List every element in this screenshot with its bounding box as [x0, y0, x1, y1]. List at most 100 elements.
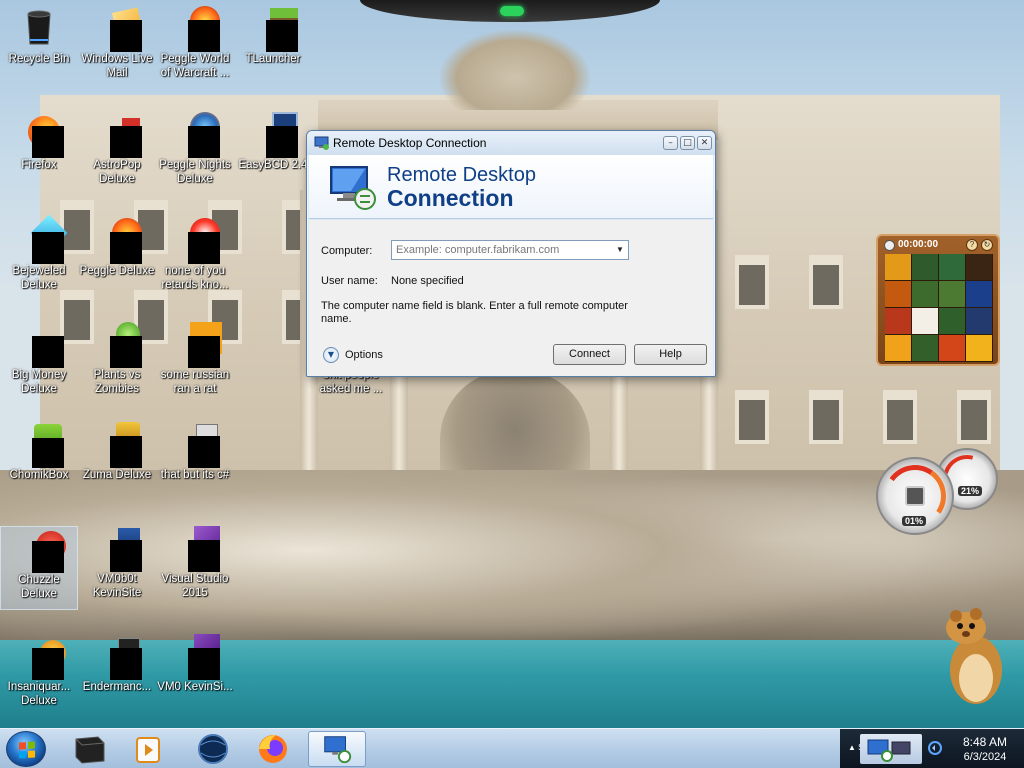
desktop-icon-label: Peggle World of Warcraft ... [160, 53, 230, 79]
endermanch-icon [96, 634, 142, 680]
chomikbox-icon [18, 422, 64, 468]
puzzle-tile[interactable] [912, 254, 938, 280]
desktop-icon-recycle-bin[interactable]: Recycle Bin [0, 6, 78, 94]
desktop-icon-some-russian[interactable]: some russian ran a rat [156, 322, 234, 410]
desktop-icon-peggle-wow[interactable]: Peggle World of Warcraft ... [156, 6, 234, 94]
puzzle-tile[interactable] [912, 335, 938, 361]
clock-time[interactable]: 8:48 AM [950, 735, 1020, 749]
help-button[interactable]: Help [634, 344, 707, 365]
options-link[interactable]: Options [345, 349, 383, 361]
status-message: The computer name field is blank. Enter … [321, 300, 628, 325]
taskbar-item-firefox[interactable] [246, 731, 300, 767]
chevron-down-icon[interactable]: ▼ [612, 241, 628, 259]
desktop-icon-peggle-nights[interactable]: Peggle Nights Deluxe [156, 112, 234, 200]
banner-title-line1: Remote Desktop [387, 164, 536, 186]
desktop-icon-tlauncher[interactable]: TLauncher [234, 6, 312, 94]
maximize-button[interactable]: □ [680, 136, 695, 150]
username-label: User name: [321, 275, 378, 287]
puzzle-tile[interactable] [939, 308, 965, 334]
desktop-icon-chuzzle[interactable]: Chuzzle Deluxe [0, 526, 78, 610]
puzzle-tile[interactable] [966, 335, 992, 361]
taskbar-item-browser[interactable] [186, 731, 240, 767]
puzzle-tile[interactable] [939, 254, 965, 280]
insaniquarium-icon [18, 634, 66, 680]
windows-live-mail-icon [96, 6, 143, 52]
puzzle-tile[interactable] [885, 335, 911, 361]
tray-remote-desktop-item[interactable] [860, 734, 922, 764]
minimize-button[interactable]: – [663, 136, 678, 150]
puzzle-grid[interactable] [885, 254, 993, 362]
desktop-icon-easybcd[interactable]: EasyBCD 2.4 [234, 112, 312, 200]
wallpaper-statue-group [440, 30, 590, 110]
peggle-deluxe-icon [96, 218, 142, 264]
desktop-icon-vm0b0t-kevinsite[interactable]: VM0b0t KevinSite [78, 526, 156, 614]
cpu-chip-icon [905, 486, 925, 506]
taskbar-item-media-player[interactable] [120, 731, 174, 767]
puzzle-tile[interactable] [912, 308, 938, 334]
start-button[interactable] [6, 731, 46, 767]
puzzle-tile[interactable] [966, 281, 992, 307]
options-expand-icon[interactable]: ▼ [323, 347, 339, 363]
windows-logo-icon [19, 741, 35, 759]
desktop-icon-vm0-kevinsite[interactable]: VM0 KevinSi... [156, 634, 234, 722]
desktop-icon-astropop[interactable]: AstroPop Deluxe [78, 112, 156, 200]
firefox-icon [18, 112, 64, 158]
desktop-icon-that-but-its-csharp[interactable]: that but its c# [156, 422, 234, 510]
taskbar: ▲ S 8:48 AM 6/3/2024 [0, 728, 1024, 768]
desktop-icon-label: Big Money Deluxe [11, 369, 67, 395]
globe-icon [198, 734, 228, 764]
tlauncher-icon [252, 6, 298, 52]
puzzle-help-button[interactable]: ? [966, 239, 978, 251]
peggle-wow-icon [174, 6, 220, 52]
window-titlebar[interactable]: Remote Desktop Connection – □ ✕ [307, 131, 715, 155]
remote-desktop-connection-window[interactable]: Remote Desktop Connection – □ ✕ Remote D… [306, 130, 716, 377]
desktop-icon-firefox[interactable]: Firefox [0, 112, 78, 200]
system-tray: ▲ S 8:48 AM 6/3/2024 [840, 729, 1024, 768]
computer-input[interactable]: Example: computer.fabrikam.com ▼ [391, 240, 629, 260]
speaker-icon[interactable] [928, 740, 942, 756]
clock-date[interactable]: 6/3/2024 [950, 751, 1020, 763]
firefox-icon [259, 735, 287, 763]
puzzle-gadget[interactable]: 00:00:00 ? ↻ [876, 234, 1000, 366]
connect-button[interactable]: Connect [553, 344, 626, 365]
puzzle-tile[interactable] [939, 335, 965, 361]
desktop-icon-plants-vs-zombies[interactable]: Plants vs Zombies [78, 322, 156, 410]
desktop-icon-peggle-deluxe[interactable]: Peggle Deluxe [78, 218, 156, 306]
top-gadget-indicator [500, 6, 524, 16]
close-button[interactable]: ✕ [697, 136, 712, 150]
bejeweled-icon [18, 214, 68, 264]
desktop-icon-label: Endermanc... [82, 681, 152, 693]
desktop-icon-chomikbox[interactable]: ChomikBox [0, 422, 78, 510]
desktop-icon-insaniquarium[interactable]: Insaniquar... Deluxe [0, 634, 78, 722]
puzzle-tile[interactable] [966, 254, 992, 280]
desktop-icon-endermanch[interactable]: Endermanc... [78, 634, 156, 722]
desktop-icon-label: that but its c# [160, 469, 230, 481]
taskbar-item-server[interactable] [62, 731, 116, 767]
puzzle-tile[interactable] [885, 281, 911, 307]
desktop-icon-zuma[interactable]: Zuma Deluxe [78, 422, 156, 510]
rdc-banner: Remote Desktop Connection [309, 155, 713, 219]
banner-title-line2: Connection [387, 185, 514, 211]
desktop-icon-windows-live-mail[interactable]: Windows Live Mail [78, 6, 156, 94]
puzzle-tile[interactable] [939, 281, 965, 307]
that-but-its-csharp-icon [174, 422, 220, 468]
desktop-icon-label: VM0 KevinSi... [157, 681, 233, 693]
desktop-icon-big-money[interactable]: Big Money Deluxe [0, 322, 78, 410]
puzzle-reset-button[interactable]: ↻ [981, 239, 993, 251]
puzzle-tile[interactable] [912, 281, 938, 307]
remote-desktop-monitor-icon [330, 166, 376, 210]
desktop-icon-visual-studio-2015[interactable]: Visual Studio 2015 [156, 526, 234, 614]
puzzle-tile[interactable] [966, 308, 992, 334]
chuzzle-icon [18, 527, 66, 573]
puzzle-tile[interactable] [885, 308, 911, 334]
computer-label: Computer: [321, 245, 373, 257]
desktop-icon-bejeweled[interactable]: Bejeweled Deluxe [0, 214, 78, 306]
taskbar-item-remote-desktop[interactable] [308, 731, 366, 767]
some-russian-icon [174, 322, 222, 368]
zuma-icon [96, 422, 142, 468]
hamster-mascot-icon[interactable] [942, 602, 1006, 706]
desktop-icon-none-of-you[interactable]: none of you retards kno... [156, 218, 234, 306]
puzzle-tile[interactable] [885, 254, 911, 280]
rdc-body: Computer: Example: computer.fabrikam.com… [309, 220, 713, 376]
desktop-icon-label: Firefox [21, 159, 57, 171]
